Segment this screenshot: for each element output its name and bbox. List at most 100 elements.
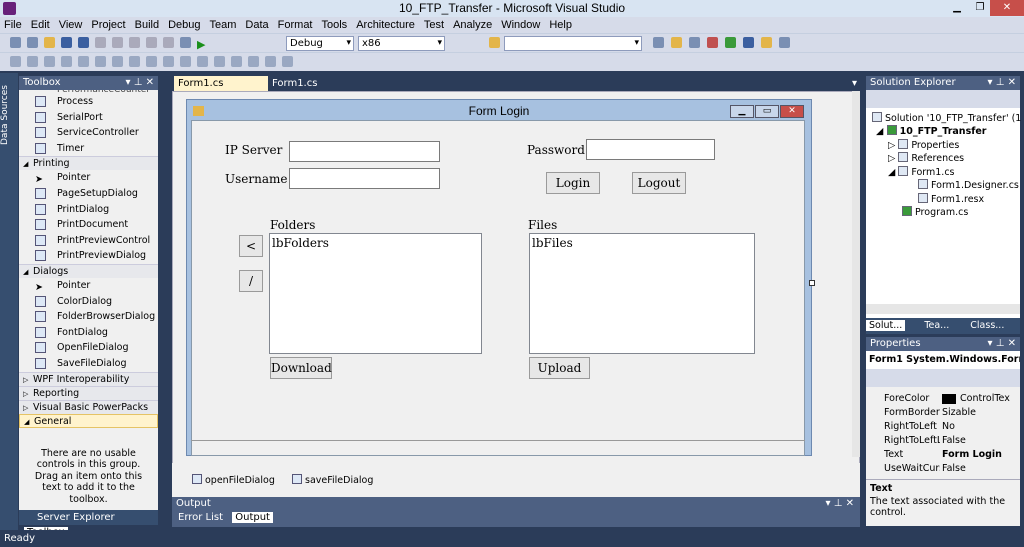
files-listbox[interactable]: lbFiles xyxy=(529,233,755,354)
tree-project[interactable]: ◢ 10_FTP_Transfer xyxy=(876,125,987,138)
toolbox-item-folderbrowserdialog[interactable]: FolderBrowserDialog xyxy=(19,309,158,325)
platform-select[interactable]: x86 xyxy=(358,36,445,51)
tree-properties[interactable]: ▷ Properties xyxy=(888,139,959,152)
configuration-select[interactable]: Debug xyxy=(286,36,354,51)
menu-tools[interactable]: Tools xyxy=(322,19,348,31)
tab-team[interactable]: Tea... xyxy=(924,320,949,331)
menu-format[interactable]: Format xyxy=(278,19,313,31)
align-bottom-icon[interactable] xyxy=(112,56,123,67)
tab-order-icon[interactable] xyxy=(282,56,293,67)
horizontal-spacing-icon[interactable] xyxy=(180,56,191,67)
toolbox-group-dialogs[interactable]: Dialogs xyxy=(19,263,158,279)
menu-file[interactable]: File xyxy=(4,19,22,31)
savefiledialog-component[interactable]: saveFileDialog xyxy=(292,474,373,486)
download-button[interactable]: Download xyxy=(270,357,332,379)
tab-output[interactable]: Output xyxy=(232,512,273,523)
menu-architecture[interactable]: Architecture xyxy=(356,19,415,31)
undo-icon[interactable] xyxy=(146,37,157,48)
root-button[interactable]: / xyxy=(239,270,263,292)
tree-solution[interactable]: Solution '10_FTP_Transfer' (1 pro xyxy=(872,112,1024,125)
toolbox-item-timer[interactable]: Timer xyxy=(19,141,158,157)
property-row[interactable]: UseWaitCurscFalse xyxy=(866,462,1020,476)
toolbox-group-vbpowerpacks[interactable]: Visual Basic PowerPacks xyxy=(19,399,158,415)
toolbox-group-reporting[interactable]: Reporting xyxy=(19,385,158,401)
options-icon[interactable] xyxy=(779,37,790,48)
find-icon[interactable] xyxy=(489,37,500,48)
tab-server-explorer[interactable]: Server Explorer xyxy=(37,512,115,523)
property-value[interactable]: Form Login xyxy=(942,448,1010,462)
tab-solution[interactable]: Solut... xyxy=(866,320,906,331)
tree-form1[interactable]: ◢ Form1.cs xyxy=(888,166,955,179)
toolbox-item-savefiledialog[interactable]: SaveFileDialog xyxy=(19,356,158,372)
start-page-icon[interactable] xyxy=(743,37,754,48)
find-input[interactable] xyxy=(504,36,642,51)
send-to-back-icon[interactable] xyxy=(265,56,276,67)
toolbox-item-serialport[interactable]: SerialPort xyxy=(19,110,158,126)
tree-program[interactable]: Program.cs xyxy=(902,206,968,219)
menu-team[interactable]: Team xyxy=(210,19,237,31)
tree-form1-resx[interactable]: Form1.resx xyxy=(918,193,984,206)
toolbox-item-process[interactable]: Process xyxy=(19,94,158,110)
copy-icon[interactable] xyxy=(112,37,123,48)
tree-form1-designer[interactable]: Form1.Designer.cs xyxy=(918,179,1019,192)
align-right-icon[interactable] xyxy=(61,56,72,67)
property-row[interactable]: RightToLeft No xyxy=(866,420,1020,434)
menu-data[interactable]: Data xyxy=(245,19,268,31)
upload-button[interactable]: Upload xyxy=(529,357,590,379)
property-value[interactable]: Sizable xyxy=(942,406,1010,420)
redo-icon[interactable] xyxy=(163,37,174,48)
align-top-icon[interactable] xyxy=(78,56,89,67)
vertical-spacing-icon[interactable] xyxy=(197,56,208,67)
add-item-icon[interactable] xyxy=(27,37,38,48)
center-horizontally-icon[interactable] xyxy=(214,56,225,67)
close-button[interactable]: ✕ xyxy=(990,0,1024,16)
toolbox-item-printdocument[interactable]: PrintDocument xyxy=(19,217,158,233)
username-input[interactable] xyxy=(289,168,440,189)
toolbox-item-printpreviewdialog[interactable]: PrintPreviewDialog xyxy=(19,248,158,264)
form-close-button[interactable]: ✕ xyxy=(780,105,804,118)
menu-window[interactable]: Window xyxy=(501,19,540,31)
property-row[interactable]: RightToLeftLaFalse xyxy=(866,434,1020,448)
toolbox-item-servicecontroller[interactable]: ServiceController xyxy=(19,125,158,141)
output-pin-icon[interactable]: ▾ ⊥ ✕ xyxy=(826,497,854,511)
align-middle-icon[interactable] xyxy=(95,56,106,67)
align-center-icon[interactable] xyxy=(44,56,55,67)
properties-object-select[interactable]: Form1 System.Windows.Forms.Fo xyxy=(866,351,1020,369)
toolbox-group-printing[interactable]: Printing xyxy=(19,156,158,171)
resize-handle[interactable] xyxy=(809,280,815,286)
properties-icon[interactable] xyxy=(671,37,682,48)
properties-pin-icon[interactable]: ▾ ⊥ ✕ xyxy=(988,337,1016,351)
extensions-icon[interactable] xyxy=(725,37,736,48)
menu-project[interactable]: Project xyxy=(91,19,125,31)
data-sources-tab[interactable]: Data Sources xyxy=(0,80,18,150)
tab-class[interactable]: Class... xyxy=(970,320,1004,331)
form-maximize-button[interactable]: ▭ xyxy=(755,105,779,118)
solution-explorer-icon[interactable] xyxy=(653,37,664,48)
same-width-icon[interactable] xyxy=(129,56,140,67)
menu-edit[interactable]: Edit xyxy=(31,19,50,31)
openfiledialog-component[interactable]: openFileDialog xyxy=(192,474,275,486)
solution-explorer-hscrollbar[interactable] xyxy=(866,304,1020,314)
toolbox-item-pointer[interactable]: ➤ Pointer xyxy=(19,170,158,186)
ip-server-input[interactable] xyxy=(289,141,440,162)
toolbox-item-colordialog[interactable]: ColorDialog xyxy=(19,294,158,310)
property-row[interactable]: ForeColor ControlTex xyxy=(866,392,1020,406)
logout-button[interactable]: Logout xyxy=(632,172,686,194)
solution-explorer-pin-icon[interactable]: ▾ ⊥ ✕ xyxy=(988,76,1016,90)
tree-references[interactable]: ▷ References xyxy=(888,152,964,165)
save-icon[interactable] xyxy=(61,37,72,48)
center-vertically-icon[interactable] xyxy=(231,56,242,67)
toolbox-item-openfiledialog[interactable]: OpenFileDialog xyxy=(19,340,158,356)
bring-to-front-icon[interactable] xyxy=(248,56,259,67)
paste-icon[interactable] xyxy=(129,37,140,48)
team-explorer-icon[interactable] xyxy=(761,37,772,48)
property-row[interactable]: Text Form Login xyxy=(866,448,1020,462)
login-button[interactable]: Login xyxy=(546,172,600,194)
toolbox-group-wpf[interactable]: WPF Interoperability xyxy=(19,371,158,387)
form-minimize-button[interactable]: ▁ xyxy=(730,105,754,118)
property-row[interactable]: FormBorderStSizable xyxy=(866,406,1020,420)
toolbox-item-pagesetupdialog[interactable]: PageSetupDialog xyxy=(19,186,158,202)
align-left-icon[interactable] xyxy=(27,56,38,67)
menu-view[interactable]: View xyxy=(59,19,83,31)
align-grid-icon[interactable] xyxy=(10,56,21,67)
